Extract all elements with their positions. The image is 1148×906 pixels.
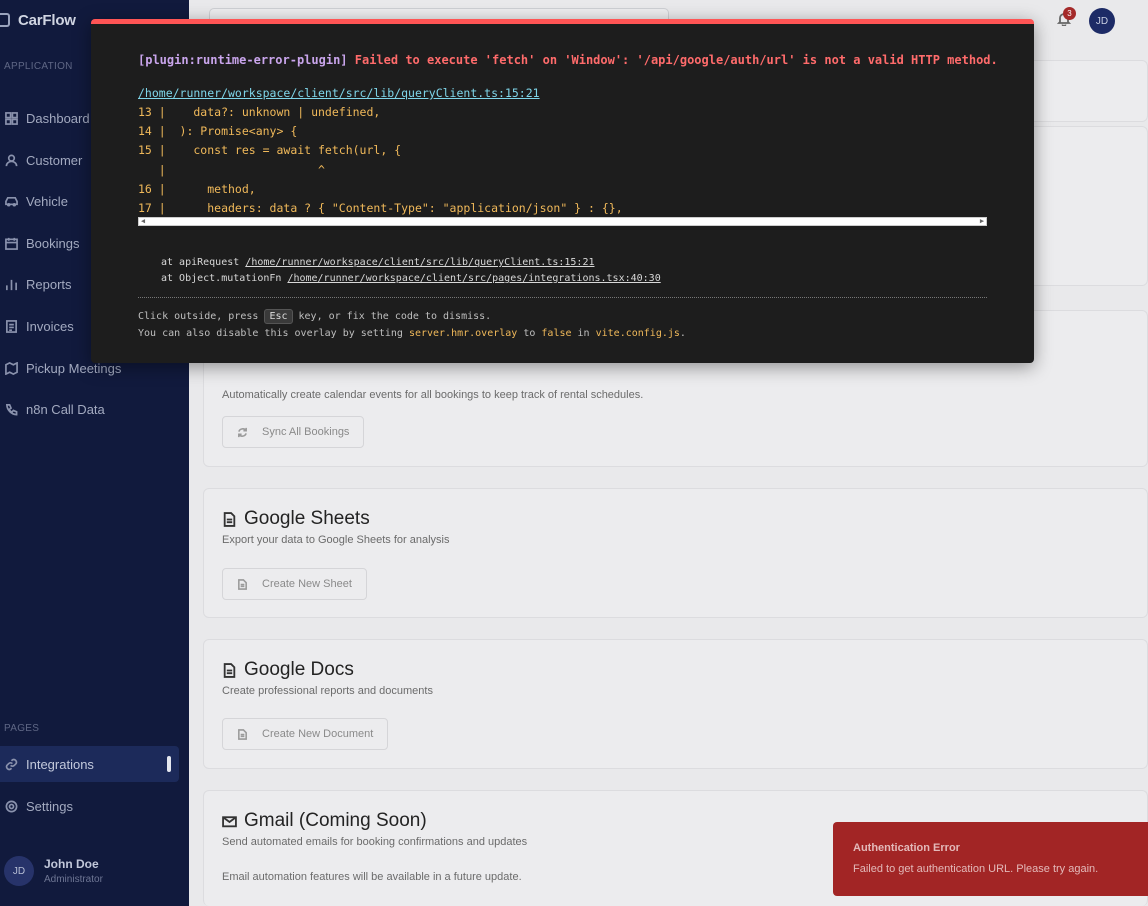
sidebar-item-label: Invoices [26,318,74,334]
code-frame-scrollbar[interactable]: ◀ ▶ [138,217,987,226]
avatar: JD [4,856,34,886]
sidebar-item-label: Reports [26,276,72,292]
card-subtitle: Export your data to Google Sheets for an… [222,534,450,546]
code-line: 14 | ): Promise<any> { [138,124,298,139]
file-icon [223,511,236,527]
button-label: Sync All Bookings [262,426,350,438]
gmail-note: Email automation features will be availa… [222,871,522,883]
map-icon [4,361,18,375]
tip-text: key, or fix the code to dismiss. [292,311,492,322]
phone-icon [4,402,18,416]
code-line: | ^ [138,162,325,177]
file-icon [238,728,247,740]
brand[interactable]: CarFlow [0,10,76,30]
scroll-right-icon[interactable]: ▶ [978,218,986,225]
gear-icon [4,799,18,813]
header-avatar[interactable]: JD [1089,8,1115,34]
grid-icon [4,111,18,125]
car-icon [4,194,18,208]
card-title: Google Docs [222,659,354,681]
toast-title: Authentication Error [853,842,960,854]
stack-line: at apiRequest /home/runner/workspace/cli… [161,255,661,271]
calendar-icon [4,236,18,250]
user-icon [4,153,18,167]
sync-all-bookings-button[interactable]: Sync All Bookings [222,416,365,448]
create-new-sheet-button[interactable]: Create New Sheet [222,568,367,600]
scroll-left-icon[interactable]: ◀ [139,218,147,225]
mail-icon [222,815,237,827]
notification-badge: 3 [1063,7,1076,20]
integration-card-google-sheets: Google Sheets Export your data to Google… [203,488,1148,618]
sidebar-item-label: Settings [26,798,73,814]
dismiss-tip: Click outside, press Esc key, or fix the… [138,309,491,324]
brand-name: CarFlow [18,11,76,29]
tip-text: to [517,328,542,339]
error-heading: [plugin:runtime-error-plugin] Failed to … [138,53,998,67]
code-line: 15 | const res = await fetch(url, { [138,143,402,158]
tip-text: Click outside, press [138,311,265,322]
stack-trace: at apiRequest /home/runner/workspace/cli… [161,255,661,287]
card-title-text: Google Docs [244,659,354,680]
card-title: Google Sheets [222,508,370,530]
code-frame: 13 | data?: unknown | undefined, 14 | ):… [138,103,987,218]
car-logo-icon [0,13,10,27]
user-role: Administrator [44,874,103,885]
document-icon [4,319,18,333]
refresh-icon [238,427,247,437]
sidebar-item-label: Bookings [26,235,80,251]
card-subtitle: Create professional reports and document… [222,685,433,697]
section-label-pages: PAGES [4,723,40,734]
sidebar-item-n8n-call-data[interactable]: n8n Call Data [0,391,179,427]
calendar-description: Automatically create calendar events for… [222,389,644,401]
sidebar-item-label: n8n Call Data [26,401,105,417]
tip-code: false [541,328,572,339]
error-toast[interactable]: Authentication Error Failed to get authe… [833,822,1148,896]
sidebar-item-label: Vehicle [26,193,68,209]
bar-chart-icon [4,277,18,291]
tip-text: You can also disable this overlay by set… [138,328,409,339]
user-name: John Doe [44,857,99,871]
sidebar-item-label: Dashboard [26,110,90,126]
code-line: 13 | data?: unknown | undefined, [138,105,381,119]
code-line: 16 | method, [138,181,256,196]
esc-key: Esc [264,309,293,324]
tip-code: server.hmr.overlay [408,328,518,339]
disable-overlay-tip: You can also disable this overlay by set… [138,328,686,339]
stack-link[interactable]: /home/runner/workspace/client/src/lib/qu… [245,257,594,268]
section-label-application: APPLICATION [4,61,73,72]
sidebar-item-label: Integrations [26,756,94,772]
card-subtitle: Send automated emails for booking confir… [222,836,528,848]
card-title: Gmail (Coming Soon) [222,810,427,832]
error-plugin: [plugin:runtime-error-plugin] [138,53,348,67]
divider [138,297,987,298]
vite-error-overlay[interactable]: [plugin:runtime-error-plugin] Failed to … [91,19,1034,363]
file-icon [238,578,247,590]
code-line: 17 | headers: data ? { "Content-Type": "… [138,200,623,215]
button-label: Create New Sheet [262,578,352,590]
toast-description: Failed to get authentication URL. Please… [853,863,1099,875]
tip-code: vite.config.js [595,328,680,339]
file-icon [223,662,236,678]
tip-text: in [571,328,596,339]
integration-card-google-docs: Google Docs Create professional reports … [203,639,1148,769]
stack-link[interactable]: /home/runner/workspace/client/src/pages/… [287,273,660,284]
link-icon [4,757,18,771]
stack-line: at Object.mutationFn /home/runner/worksp… [161,271,661,287]
user-profile[interactable]: JD John Doe Administrator [4,856,103,886]
button-label: Create New Document [262,728,374,740]
sidebar-item-label: Customer [26,152,83,168]
error-file-link[interactable]: /home/runner/workspace/client/src/lib/qu… [138,86,540,100]
stack-prefix: at apiRequest [161,257,246,268]
sidebar-item-settings[interactable]: Settings [0,788,179,824]
stack-prefix: at Object.mutationFn [161,273,288,284]
card-title-text: Gmail (Coming Soon) [244,810,427,831]
create-new-document-button[interactable]: Create New Document [222,718,389,750]
sidebar-item-integrations[interactable]: Integrations [0,746,179,782]
card-title-text: Google Sheets [244,508,370,529]
error-message: Failed to execute 'fetch' on 'Window': '… [354,53,998,67]
scrollbar-thumb[interactable] [167,756,171,772]
tip-text: . [679,328,686,339]
